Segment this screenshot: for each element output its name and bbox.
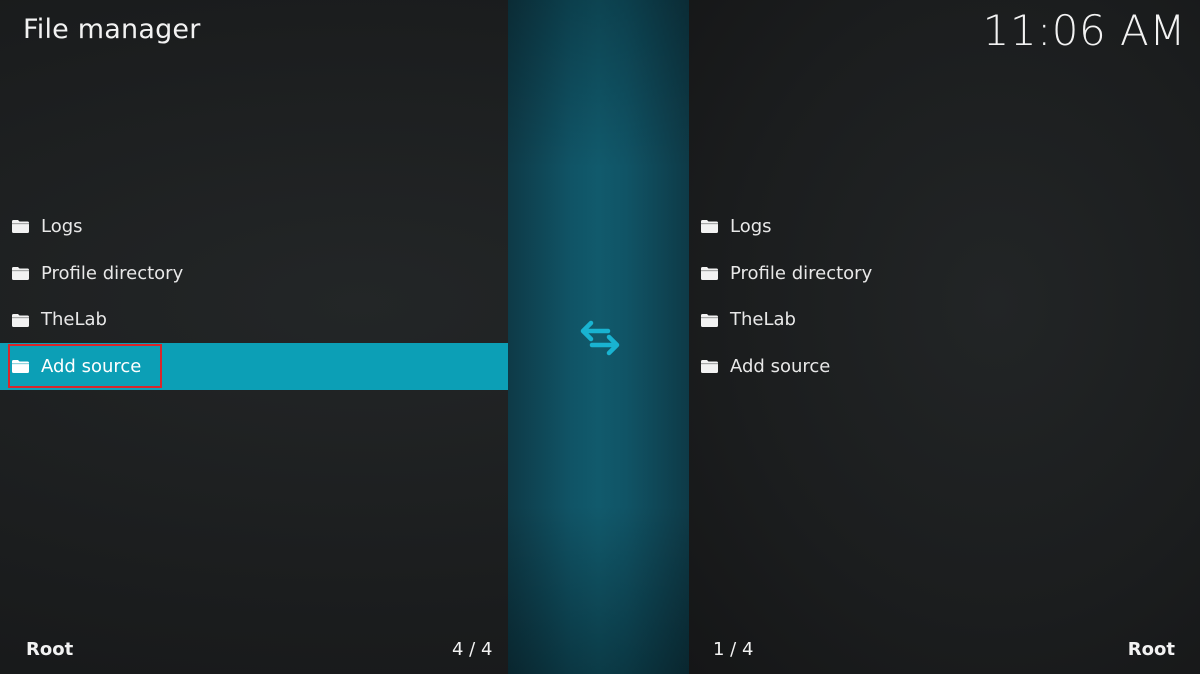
right-list-item-logs[interactable]: Logs [689,203,1200,250]
right-pane-list: Logs Profile directory TheLab Add source [689,203,1200,390]
page-title: File manager [23,14,201,45]
left-list-item-thelab[interactable]: TheLab [0,296,508,343]
clock: 11:06 AM [982,6,1186,55]
right-list-item-add-source[interactable]: Add source [689,343,1200,390]
right-list-item-profile-directory[interactable]: Profile directory [689,250,1200,297]
list-item-label: TheLab [730,309,796,331]
left-list-item-logs[interactable]: Logs [0,203,508,250]
folder-icon [12,219,29,234]
folder-icon [701,359,718,374]
folder-icon [12,313,29,327]
folder-icon [12,359,29,374]
list-item-label: Logs [41,215,83,237]
right-list-item-thelab[interactable]: TheLab [689,296,1200,343]
list-item-label: Add source [730,355,831,377]
left-pane-path: Root [26,639,74,660]
folder-icon [12,266,29,281]
list-item-label: TheLab [41,309,107,331]
left-pane-list: Logs Profile directory TheLab Add source [0,203,508,390]
left-list-item-add-source[interactable]: Add source [0,343,508,390]
left-list-item-profile-directory[interactable]: Profile directory [0,250,508,297]
list-item-label: Profile directory [41,262,184,284]
folder-icon [701,313,718,327]
file-manager-screen: File manager 11:06 AM Logs Profile direc… [0,0,1200,674]
list-item-label: Logs [730,215,772,237]
left-pane-item-count: 4 / 4 [452,639,493,660]
list-item-label: Profile directory [730,262,873,284]
folder-icon [701,266,718,281]
swap-arrows-icon[interactable] [578,318,622,358]
right-pane-item-count: 1 / 4 [713,639,754,660]
folder-icon [701,219,718,234]
list-item-label: Add source [41,355,142,377]
right-pane-path: Root [1127,639,1175,660]
